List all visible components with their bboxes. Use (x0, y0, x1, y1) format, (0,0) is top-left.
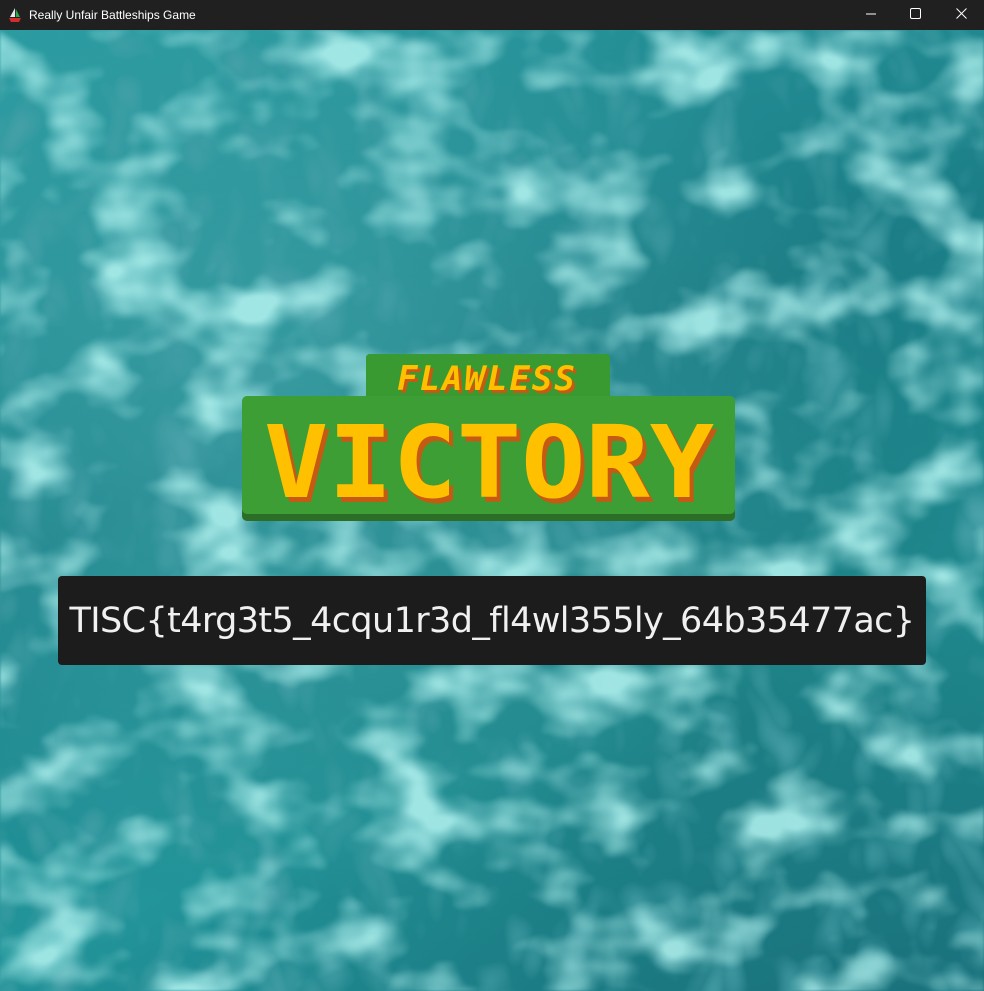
minimize-button[interactable] (848, 0, 894, 30)
window-title: Really Unfair Battleships Game (29, 8, 196, 22)
flawless-text-fill: FLAWLESS (397, 359, 577, 399)
flag-text: TISC{t4rg3t5_4cqu1r3d_fl4wl355ly_64b3547… (69, 600, 916, 641)
maximize-icon (909, 6, 921, 24)
game-window: Really Unfair Battleships Game FLAWLESS … (0, 0, 984, 991)
close-button[interactable] (938, 0, 984, 30)
flawless-victory-banner: FLAWLESS FLAWLESS VICTORY VICTORY (241, 354, 736, 526)
game-area: FLAWLESS FLAWLESS VICTORY VICTORY TISC{t… (0, 30, 984, 991)
sailboat-icon (0, 0, 30, 30)
victory-text: VICTORY (264, 404, 714, 521)
title-bar[interactable]: Really Unfair Battleships Game (0, 0, 984, 30)
maximize-button[interactable] (892, 0, 938, 30)
minimize-icon (866, 6, 876, 24)
flag-box: TISC{t4rg3t5_4cqu1r3d_fl4wl355ly_64b3547… (58, 576, 926, 665)
close-icon (955, 6, 967, 24)
